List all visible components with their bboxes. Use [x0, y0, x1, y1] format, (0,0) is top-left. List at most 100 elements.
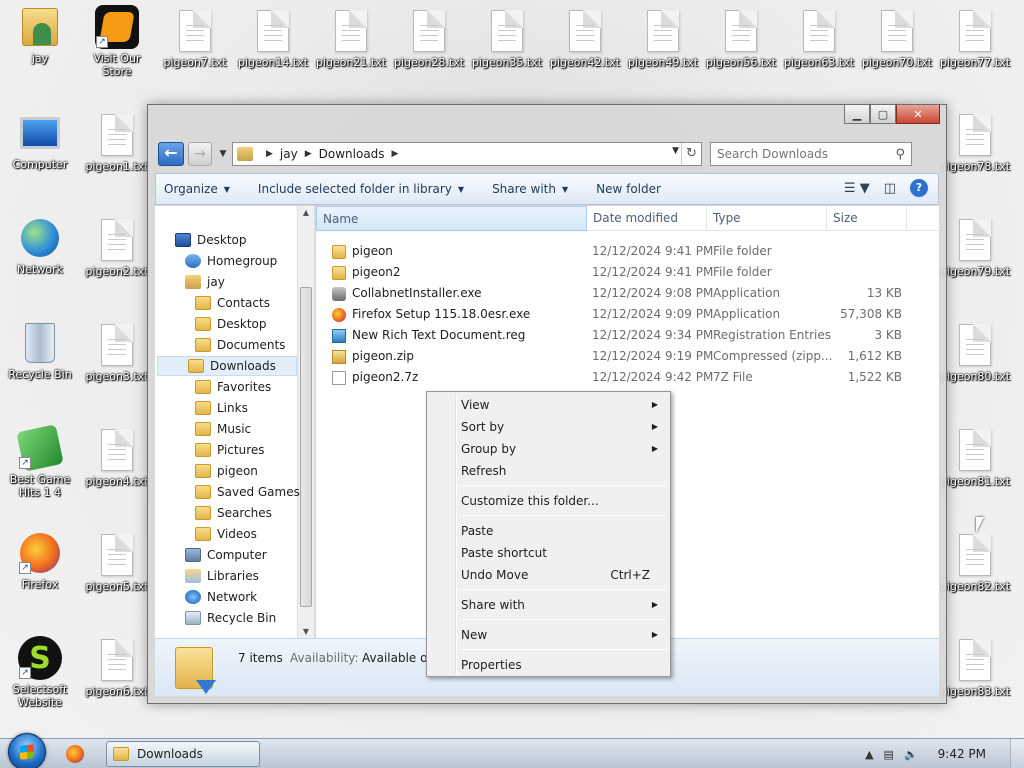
back-button[interactable]: ←: [158, 142, 184, 166]
show-hidden-icons-icon[interactable]: ▲: [865, 748, 873, 761]
desktop-icon-selectsoft-website[interactable]: S ↗ Selectsoft Website: [2, 635, 78, 709]
desktop-file-pigeon3-txt[interactable]: pigeon3.txt: [79, 322, 155, 383]
address-dropdown-icon[interactable]: ▼: [672, 146, 679, 156]
file-row[interactable]: pigeon 12/12/2024 9:41 PM File folder: [316, 241, 939, 262]
file-row[interactable]: pigeon2 12/12/2024 9:41 PM File folder: [316, 262, 939, 283]
desktop-file-pigeon2-txt[interactable]: pigeon2.txt: [79, 217, 155, 278]
search-input[interactable]: [717, 147, 877, 161]
clock[interactable]: 9:42 PM: [938, 747, 986, 761]
desktop-file-pigeon7-txt[interactable]: pigeon7.txt: [157, 8, 233, 69]
desktop-file-pigeon4-txt[interactable]: pigeon4.txt: [79, 427, 155, 488]
start-button[interactable]: [8, 733, 46, 768]
breadcrumb-jay[interactable]: jay: [280, 147, 298, 161]
nav-item-homegroup[interactable]: Homegroup: [185, 251, 277, 271]
desktop-file-pigeon79-txt[interactable]: pigeon79.txt: [937, 217, 1013, 278]
help-icon[interactable]: ?: [910, 179, 928, 197]
breadcrumb-chevron-icon[interactable]: ▶: [305, 149, 312, 159]
context-menu-item-group-by[interactable]: Group by ▶: [429, 438, 668, 460]
nav-item-recycle-bin[interactable]: Recycle Bin: [185, 608, 276, 628]
breadcrumb-chevron-icon[interactable]: ▶: [266, 149, 273, 159]
desktop-file-pigeon28-txt[interactable]: pigeon28.txt: [391, 8, 467, 69]
file-row[interactable]: pigeon.zip 12/12/2024 9:19 PM Compressed (…: [316, 346, 939, 367]
column-header-name[interactable]: Name: [316, 206, 587, 231]
nav-item-libraries[interactable]: Libraries: [185, 566, 259, 586]
scrollbar-thumb[interactable]: [300, 287, 312, 607]
file-row[interactable]: CollabnetInstaller.exe 12/12/2024 9:08 PM…: [316, 283, 939, 304]
desktop-file-pigeon70-txt[interactable]: pigeon70.txt: [859, 8, 935, 69]
desktop-icon-best-game-hits-1-4[interactable]: ↗ Best Game Hits 1 4: [2, 424, 78, 499]
nav-item-jay[interactable]: jay: [185, 272, 225, 292]
nav-item-saved-games[interactable]: Saved Games: [195, 482, 300, 502]
scroll-down-icon[interactable]: ▼: [298, 627, 314, 636]
file-row[interactable]: pigeon2.7z 12/12/2024 9:42 PM 7Z File 1,522…: [316, 367, 939, 388]
context-menu-item-customize-this-folder[interactable]: Customize this folder...: [429, 490, 668, 512]
preview-pane-icon[interactable]: ◫: [884, 181, 896, 196]
desktop-icon-recycle-bin[interactable]: Recycle Bin: [2, 320, 78, 381]
desktop-icon-computer[interactable]: Computer: [2, 110, 78, 171]
context-menu-item-new[interactable]: New ▶: [429, 624, 668, 646]
organize-button[interactable]: Organize ▼: [164, 182, 230, 196]
change-view-icon[interactable]: ☰ ▼: [844, 181, 870, 196]
desktop-file-pigeon42-txt[interactable]: pigeon42.txt: [547, 8, 623, 69]
nav-item-links[interactable]: Links: [195, 398, 248, 418]
context-menu-item-paste[interactable]: Paste: [429, 520, 668, 542]
nav-item-downloads[interactable]: Downloads: [157, 356, 297, 376]
context-menu-item-sort-by[interactable]: Sort by ▶: [429, 416, 668, 438]
forward-button[interactable]: →: [188, 142, 212, 166]
nav-item-desktop[interactable]: Desktop: [195, 314, 267, 334]
column-header-size[interactable]: Size: [827, 206, 907, 231]
share-with-button[interactable]: Share with ▼: [492, 182, 568, 196]
include-in-library-button[interactable]: Include selected folder in library ▼: [258, 182, 464, 196]
search-box[interactable]: ⚲: [710, 142, 912, 166]
close-button[interactable]: ✕: [896, 105, 940, 124]
minimize-button[interactable]: ▁: [844, 105, 870, 124]
nav-item-documents[interactable]: Documents: [195, 335, 285, 355]
network-status-icon[interactable]: ▤: [884, 748, 894, 761]
desktop-file-pigeon21-txt[interactable]: pigeon21.txt: [313, 8, 389, 69]
desktop-file-pigeon49-txt[interactable]: pigeon49.txt: [625, 8, 701, 69]
file-row[interactable]: New Rich Text Document.reg 12/12/2024 9:3…: [316, 325, 939, 346]
navigation-scrollbar[interactable]: ▲ ▼: [297, 206, 314, 638]
desktop-icon-network[interactable]: Network: [2, 215, 78, 276]
new-folder-button[interactable]: New folder: [596, 182, 661, 196]
nav-item-pictures[interactable]: Pictures: [195, 440, 265, 460]
desktop-icon-visit-our-store[interactable]: ↗ Visit Our Store: [79, 4, 155, 78]
recent-pages-dropdown[interactable]: ▼: [216, 149, 230, 159]
desktop-file-pigeon83-txt[interactable]: pigeon83.txt: [937, 637, 1013, 698]
taskbar-downloads-window[interactable]: Downloads: [106, 741, 260, 767]
file-row[interactable]: Firefox Setup 115.18.0esr.exe 12/12/2024 …: [316, 304, 939, 325]
context-menu-item-undo-move[interactable]: Undo Move Ctrl+Z: [429, 564, 668, 586]
nav-item-pigeon[interactable]: pigeon: [195, 461, 258, 481]
firefox-taskbar-button[interactable]: [62, 743, 88, 765]
nav-item-desktop[interactable]: Desktop: [175, 230, 247, 250]
volume-muted-icon[interactable]: 🔈: [904, 748, 918, 761]
context-menu-item-paste-shortcut[interactable]: Paste shortcut: [429, 542, 668, 564]
desktop-file-pigeon5-txt[interactable]: pigeon5.txt: [79, 532, 155, 593]
desktop-file-pigeon81-txt[interactable]: pigeon81.txt: [937, 427, 1013, 488]
desktop-file-pigeon56-txt[interactable]: pigeon56.txt: [703, 8, 779, 69]
nav-item-contacts[interactable]: Contacts: [195, 293, 270, 313]
desktop-file-pigeon80-txt[interactable]: pigeon80.txt: [937, 322, 1013, 383]
desktop-icon-jay[interactable]: jay: [2, 4, 78, 65]
search-icon[interactable]: ⚲: [895, 147, 905, 162]
context-menu-item-properties[interactable]: Properties: [429, 654, 668, 676]
show-desktop-button[interactable]: [1010, 739, 1024, 768]
column-header-type[interactable]: Type: [707, 206, 827, 231]
breadcrumb-chevron-icon[interactable]: ▶: [392, 149, 399, 159]
desktop-file-pigeon63-txt[interactable]: pigeon63.txt: [781, 8, 857, 69]
maximize-button[interactable]: ▢: [870, 105, 896, 124]
address-bar[interactable]: ▶ jay ▶ Downloads ▶ ▼ ↻: [232, 142, 702, 166]
nav-item-music[interactable]: Music: [195, 419, 251, 439]
desktop-file-pigeon6-txt[interactable]: pigeon6.txt: [79, 637, 155, 698]
context-menu-item-share-with[interactable]: Share with ▶: [429, 594, 668, 616]
nav-item-computer[interactable]: Computer: [185, 545, 267, 565]
context-menu-item-view[interactable]: View ▶: [429, 394, 668, 416]
desktop-file-pigeon1-txt[interactable]: pigeon1.txt: [79, 112, 155, 173]
nav-item-videos[interactable]: Videos: [195, 524, 257, 544]
breadcrumb-downloads[interactable]: Downloads: [319, 147, 385, 161]
desktop-file-pigeon14-txt[interactable]: pigeon14.txt: [235, 8, 311, 69]
nav-item-searches[interactable]: Searches: [195, 503, 272, 523]
desktop-file-pigeon78-txt[interactable]: pigeon78.txt: [937, 112, 1013, 173]
refresh-icon[interactable]: ↻: [681, 143, 701, 165]
desktop-file-pigeon82-txt[interactable]: pigeon82.txt: [937, 532, 1013, 593]
